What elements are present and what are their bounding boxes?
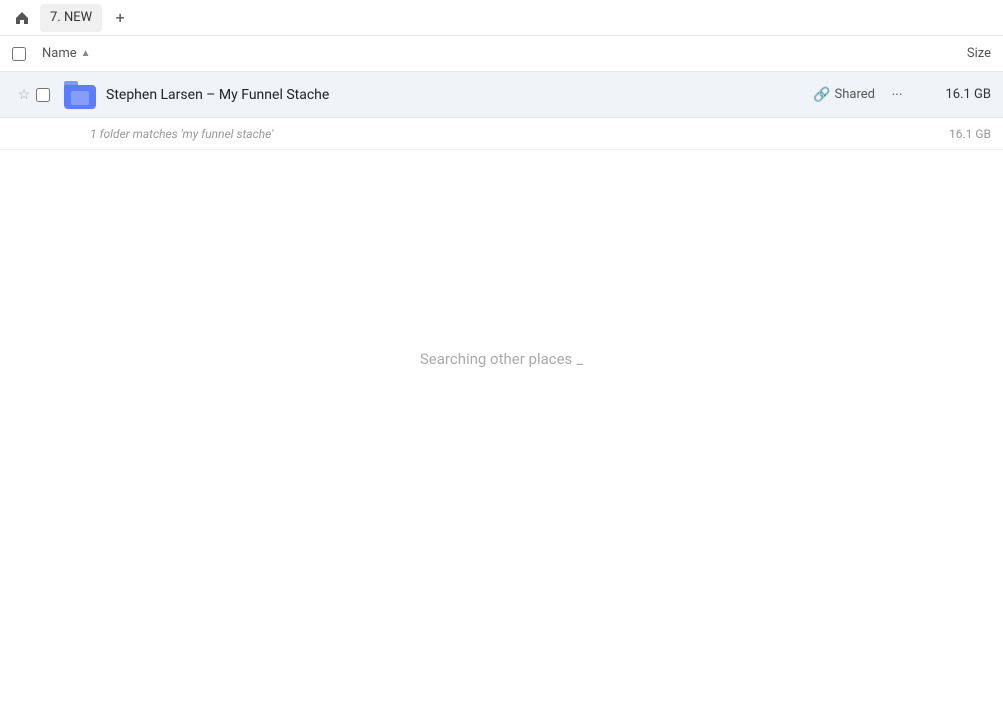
sort-icon: ▲: [81, 48, 91, 59]
new-tab-button[interactable]: +: [106, 4, 134, 32]
home-icon: [14, 10, 30, 26]
match-info-row: 1 folder matches 'my funnel stache' 16.1…: [0, 118, 1003, 150]
select-all-checkbox[interactable]: [12, 47, 26, 61]
star-button[interactable]: ☆: [12, 87, 36, 103]
size-column-header: Size: [911, 46, 991, 61]
header-checkbox-area[interactable]: [12, 47, 42, 61]
shared-badge: 🔗 Shared: [813, 87, 875, 103]
ellipsis-icon: ···: [892, 87, 903, 103]
name-column-header[interactable]: Name ▲: [42, 46, 911, 61]
current-tab[interactable]: 7. NEW: [40, 4, 102, 32]
size-column-label: Size: [967, 46, 991, 61]
link-icon: 🔗: [813, 87, 830, 103]
tab-label: 7. NEW: [50, 10, 92, 25]
home-button[interactable]: [8, 4, 36, 32]
searching-text: Searching other places: [420, 350, 572, 368]
star-icon: ☆: [18, 87, 31, 103]
top-bar: 7. NEW +: [0, 0, 1003, 36]
column-header: Name ▲ Size: [0, 36, 1003, 72]
row-checkbox-area[interactable]: [36, 88, 62, 102]
folder-overlay: [71, 91, 89, 105]
match-text: 1 folder matches 'my funnel stache': [90, 127, 911, 141]
row-checkbox[interactable]: [36, 88, 50, 102]
more-options-button[interactable]: ···: [883, 81, 911, 109]
folder-icon-wrap: [64, 81, 96, 109]
searching-area: Searching other places _: [0, 150, 1003, 368]
file-name: Stephen Larsen – My Funnel Stache: [98, 87, 813, 103]
name-column-label: Name: [42, 46, 77, 61]
folder-body: [64, 85, 96, 109]
file-size: 16.1 GB: [911, 87, 991, 102]
shared-label: Shared: [835, 87, 875, 102]
row-actions: 🔗 Shared ···: [813, 81, 911, 109]
searching-dots: _: [576, 350, 583, 368]
plus-icon: +: [116, 8, 125, 27]
file-row[interactable]: ☆ Stephen Larsen – My Funnel Stache 🔗 Sh…: [0, 72, 1003, 118]
folder-icon: [62, 81, 98, 109]
match-size: 16.1 GB: [911, 127, 991, 141]
